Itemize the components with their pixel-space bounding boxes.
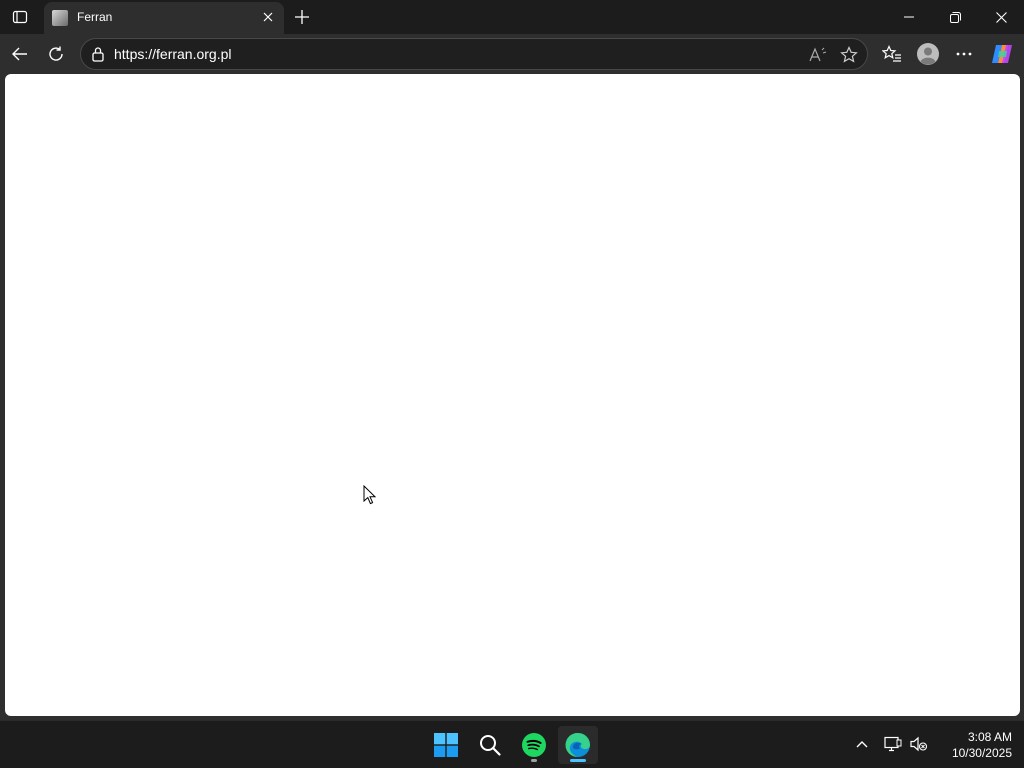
close-icon [263, 12, 273, 22]
favorites-icon [882, 45, 901, 62]
network-button[interactable] [882, 733, 904, 755]
restore-button[interactable] [932, 0, 978, 34]
site-favicon-icon [52, 10, 68, 26]
clock-date: 10/30/2025 [951, 746, 1012, 760]
tab-title: Ferran [77, 10, 113, 24]
restore-icon [949, 11, 961, 23]
more-button[interactable] [950, 40, 978, 68]
edge-icon [565, 732, 590, 757]
tab-ferran[interactable]: Ferran [44, 2, 284, 34]
read-aloud-icon [809, 47, 827, 62]
more-icon [956, 52, 972, 56]
start-button[interactable] [426, 726, 466, 764]
show-hidden-icons-button[interactable] [851, 733, 873, 755]
refresh-button[interactable] [42, 40, 70, 68]
copilot-icon [992, 45, 1012, 63]
volume-muted-icon [910, 736, 928, 752]
active-indicator [570, 759, 586, 762]
tab-actions-button[interactable] [6, 4, 34, 30]
favorite-button[interactable] [838, 44, 860, 66]
chevron-up-icon [856, 741, 868, 748]
back-icon [12, 47, 27, 61]
favorites-button[interactable] [878, 40, 906, 68]
title-bar: Ferran [0, 0, 1024, 34]
favorite-star-icon [840, 46, 858, 63]
clock-time: 3:08 AM [967, 730, 1012, 744]
taskbar: 3:08 AM 10/30/2025 [0, 720, 1024, 768]
system-clock[interactable]: 3:08 AM 10/30/2025 [936, 729, 1012, 761]
mouse-cursor-icon [363, 485, 377, 505]
search-icon [480, 735, 501, 756]
running-indicator [531, 759, 537, 762]
minimize-button[interactable] [886, 0, 932, 34]
content-frame [0, 74, 1024, 720]
browser-toolbar: https://ferran.org.pl [0, 34, 1024, 74]
spotify-icon [522, 733, 546, 757]
read-aloud-button[interactable] [807, 44, 829, 66]
network-icon [884, 736, 902, 752]
copilot-button[interactable] [988, 40, 1016, 68]
page-content[interactable] [5, 74, 1020, 716]
address-bar[interactable]: https://ferran.org.pl [80, 38, 868, 70]
url-text[interactable]: https://ferran.org.pl [114, 46, 232, 62]
close-window-button[interactable] [978, 0, 1024, 34]
plus-icon [295, 10, 309, 24]
profile-button[interactable] [914, 40, 942, 68]
spotify-taskbar-button[interactable] [514, 726, 554, 764]
new-tab-button[interactable] [290, 5, 314, 29]
refresh-icon [49, 46, 63, 61]
tab-actions-icon [12, 10, 28, 24]
close-icon [995, 11, 1007, 23]
tab-close-button[interactable] [260, 9, 276, 25]
windows-icon [434, 733, 458, 757]
edge-taskbar-button[interactable] [558, 726, 598, 764]
profile-icon [917, 43, 939, 65]
minimize-icon [904, 16, 914, 18]
search-button[interactable] [470, 726, 510, 764]
volume-button[interactable] [908, 733, 930, 755]
back-button[interactable] [6, 40, 34, 68]
lock-icon[interactable] [89, 45, 107, 63]
